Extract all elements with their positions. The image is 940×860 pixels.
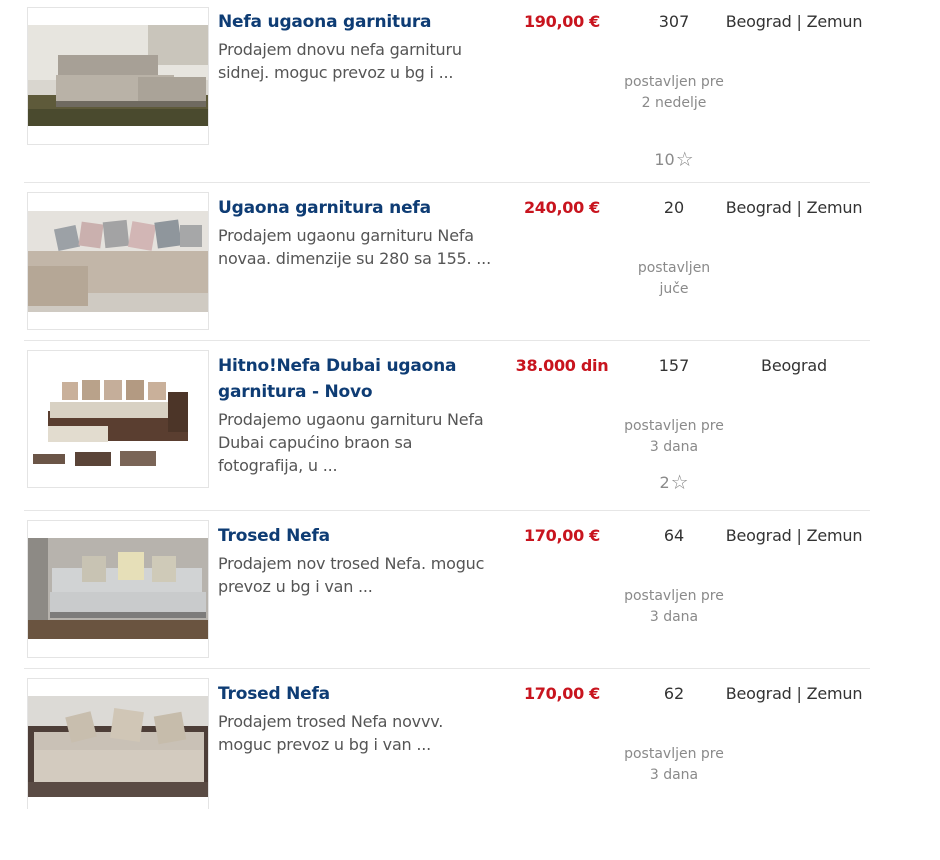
listing-views: 64 bbox=[663, 526, 685, 545]
corner-sofa-cushions-photo bbox=[28, 211, 208, 312]
listing-description: Prodajem nov trosed Nefa. moguc prevoz u… bbox=[218, 554, 485, 596]
listing-list: Nefa ugaona garnitura Prodajem dnovu nef… bbox=[24, 0, 870, 809]
listing-title[interactable]: Trosed Nefa bbox=[218, 523, 498, 549]
listing-description: Prodajem dnovu nefa garnituru sidnej. mo… bbox=[218, 40, 462, 82]
listing-title[interactable]: Nefa ugaona garnitura bbox=[218, 9, 498, 35]
listing-thumbnail[interactable] bbox=[27, 350, 209, 488]
listing-views: 307 bbox=[658, 12, 690, 31]
listing-price: 170,00 € bbox=[523, 684, 601, 703]
listing-views: 157 bbox=[658, 356, 690, 375]
listing-price: 38.000 din bbox=[515, 356, 609, 375]
listing-description: Prodajemo ugaonu garnituru Nefa Dubai ca… bbox=[218, 410, 484, 475]
listing-views: 20 bbox=[663, 198, 685, 217]
listing-posted: postavljen juče bbox=[637, 260, 711, 297]
three-seat-sofa-dark-photo bbox=[28, 696, 208, 797]
listing-row: Trosed Nefa Prodajem nov trosed Nefa. mo… bbox=[24, 511, 870, 669]
listing-price: 170,00 € bbox=[523, 526, 601, 545]
listing-posted: postavljen pre 3 dana bbox=[624, 418, 724, 455]
favorite-toggle[interactable]: 10☆ bbox=[624, 147, 724, 171]
favorite-toggle[interactable]: 2☆ bbox=[624, 470, 724, 494]
listing-thumbnail[interactable] bbox=[27, 192, 209, 330]
listing-title[interactable]: Ugaona garnitura nefa bbox=[218, 195, 498, 221]
corner-sofa-photo bbox=[28, 25, 208, 126]
listing-price: 240,00 € bbox=[523, 198, 601, 217]
star-outline-icon: ☆ bbox=[675, 147, 694, 171]
listing-posted: postavljen pre 3 dana bbox=[624, 588, 724, 625]
dubai-sofa-product-photo bbox=[28, 366, 208, 476]
three-seat-sofa-photo bbox=[28, 538, 208, 639]
listing-location: Beograd | Zemun bbox=[725, 12, 863, 31]
listing-posted: postavljen pre 2 nedelje bbox=[624, 74, 724, 111]
listing-views: 62 bbox=[663, 684, 685, 703]
listing-row: Trosed Nefa Prodajem trosed Nefa novvv. … bbox=[24, 669, 870, 809]
listing-thumbnail[interactable] bbox=[27, 520, 209, 658]
listing-row: Hitno!Nefa Dubai ugaona garnitura - Novo… bbox=[24, 341, 870, 511]
listing-title[interactable]: Trosed Nefa bbox=[218, 681, 498, 707]
listing-location: Beograd bbox=[761, 356, 827, 375]
star-outline-icon: ☆ bbox=[670, 470, 689, 494]
favorite-count: 2 bbox=[659, 473, 670, 492]
listing-location: Beograd | Zemun bbox=[725, 684, 863, 703]
listing-thumbnail[interactable] bbox=[27, 7, 209, 145]
listing-posted: postavljen pre 3 dana bbox=[624, 746, 724, 783]
listing-location: Beograd | Zemun bbox=[725, 198, 863, 217]
listing-description: Prodajem trosed Nefa novvv. moguc prevoz… bbox=[218, 712, 444, 754]
listing-description: Prodajem ugaonu garnituru Nefa novaa. di… bbox=[218, 226, 491, 268]
listing-price: 190,00 € bbox=[523, 12, 601, 31]
listing-location: Beograd | Zemun bbox=[725, 526, 863, 545]
listing-title[interactable]: Hitno!Nefa Dubai ugaona garnitura - Novo bbox=[218, 353, 498, 405]
favorite-count: 10 bbox=[654, 150, 675, 169]
listing-row: Nefa ugaona garnitura Prodajem dnovu nef… bbox=[24, 0, 870, 183]
listing-thumbnail[interactable] bbox=[27, 678, 209, 809]
listing-row: Ugaona garnitura nefa Prodajem ugaonu ga… bbox=[24, 183, 870, 341]
